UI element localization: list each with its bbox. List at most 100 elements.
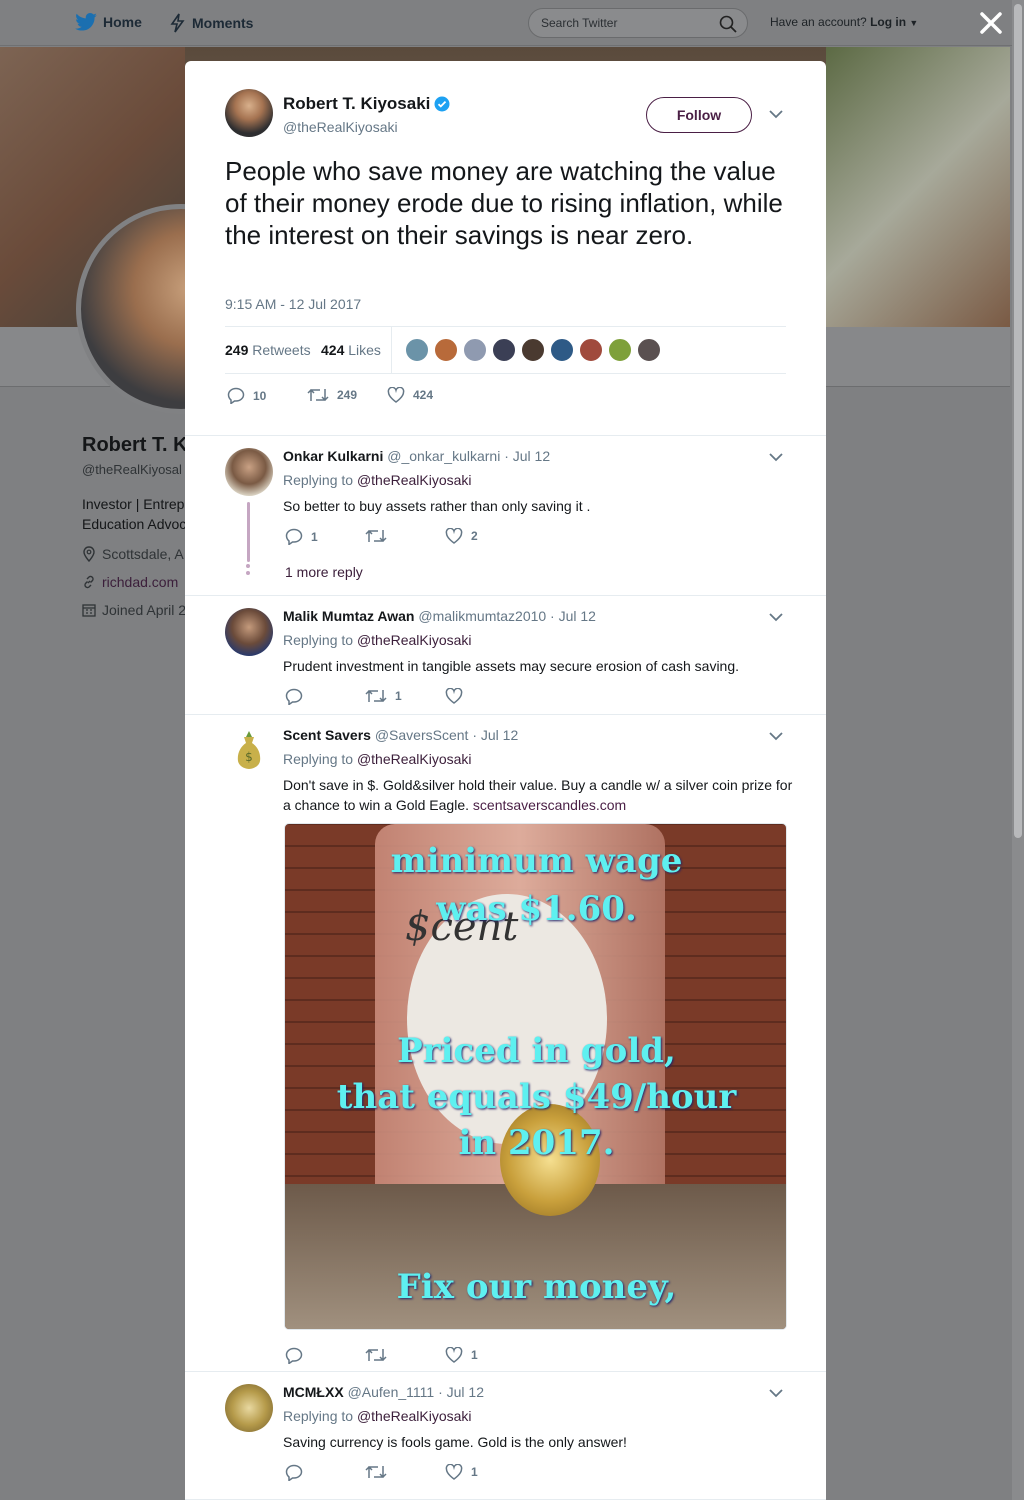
- chevron-down-icon[interactable]: [769, 731, 783, 741]
- liker-avatar[interactable]: [434, 338, 458, 362]
- lightning-icon: [170, 13, 185, 33]
- media-caption-line: Fix our money,: [396, 1267, 677, 1307]
- close-icon[interactable]: [978, 10, 1004, 36]
- liker-avatar[interactable]: [579, 338, 603, 362]
- profile-website[interactable]: richdad.com: [82, 574, 178, 590]
- nav-home[interactable]: Home: [75, 13, 142, 31]
- reply-icon: [285, 1464, 303, 1481]
- reply-avatar[interactable]: [225, 1384, 273, 1432]
- reply-author-name[interactable]: MCMŁXX: [283, 1384, 344, 1400]
- reply-author-name[interactable]: Scent Savers: [283, 727, 371, 743]
- more-replies-link[interactable]: 1 more reply: [285, 564, 363, 580]
- replying-to-handle[interactable]: @theRealKiyosaki: [357, 751, 472, 767]
- reply-header: Scent Savers @SaversScent · Jul 12: [283, 727, 518, 743]
- nav-moments-label: Moments: [192, 15, 254, 31]
- profile-website-text[interactable]: richdad.com: [102, 574, 178, 590]
- author-name-row[interactable]: Robert T. Kiyosaki: [283, 94, 450, 114]
- tweet-timestamp[interactable]: 9:15 AM - 12 Jul 2017: [225, 296, 361, 312]
- replying-to-handle[interactable]: @theRealKiyosaki: [357, 472, 472, 488]
- chevron-down-icon[interactable]: [769, 612, 783, 622]
- liker-avatar[interactable]: [608, 338, 632, 362]
- replying-to-handle[interactable]: @theRealKiyosaki: [357, 632, 472, 648]
- retweet-button[interactable]: 1: [365, 688, 402, 704]
- liker-avatar[interactable]: [550, 338, 574, 362]
- reply-count: 10: [253, 388, 267, 403]
- replying-to-handle[interactable]: @theRealKiyosaki: [357, 1408, 472, 1424]
- money-bag-icon: $: [237, 731, 261, 769]
- author-handle[interactable]: @theRealKiyosaki: [283, 119, 398, 135]
- liker-avatar[interactable]: [637, 338, 661, 362]
- caret-down-icon[interactable]: ▼: [909, 18, 918, 28]
- like-button[interactable]: 1: [445, 1347, 478, 1363]
- tweet-media-image[interactable]: $cent minimum wage was $1.60. Priced in …: [284, 823, 787, 1330]
- like-button[interactable]: 2: [445, 528, 478, 544]
- reply-tweet[interactable]: MCMŁXX @Aufen_1111 · Jul 12 Replying to …: [185, 1372, 826, 1500]
- retweet-icon: [365, 1465, 387, 1479]
- reply-tweet[interactable]: Onkar Kulkarni @_onkar_kulkarni · Jul 12…: [185, 436, 826, 596]
- reply-author-name[interactable]: Malik Mumtaz Awan: [283, 608, 414, 624]
- reply-button[interactable]: 10: [227, 387, 266, 404]
- reply-header: Onkar Kulkarni @_onkar_kulkarni · Jul 12: [283, 448, 550, 464]
- chevron-down-icon[interactable]: [769, 109, 783, 119]
- likers-avatars: [405, 338, 661, 362]
- liker-avatar[interactable]: [492, 338, 516, 362]
- like-button[interactable]: 424: [387, 387, 433, 403]
- replying-to: Replying to @theRealKiyosaki: [283, 632, 472, 648]
- like-button[interactable]: 1: [445, 1464, 478, 1480]
- likes-stat[interactable]: 424 Likes: [321, 342, 381, 358]
- reply-button[interactable]: [285, 688, 311, 705]
- reply-actions: 1: [285, 688, 585, 708]
- search-icon[interactable]: [719, 15, 737, 33]
- reply-meta[interactable]: @_onkar_kulkarni · Jul 12: [387, 448, 550, 464]
- reply-text: Saving currency is fools game. Gold is t…: [283, 1434, 627, 1450]
- scrollbar-thumb[interactable]: [1014, 4, 1022, 838]
- reply-tweet[interactable]: Malik Mumtaz Awan @malikmumtaz2010 · Jul…: [185, 596, 826, 715]
- reply-meta[interactable]: @malikmumtaz2010 · Jul 12: [418, 608, 596, 624]
- twitter-bird-icon: [75, 13, 97, 31]
- search-input[interactable]: Search Twitter: [528, 8, 748, 38]
- reply-actions: 1: [285, 1347, 585, 1367]
- profile-joined: Joined April 2: [82, 602, 186, 618]
- profile-name: Robert T. K: [82, 434, 188, 456]
- reply-meta[interactable]: @SaversScent · Jul 12: [375, 727, 518, 743]
- reply-text: Prudent investment in tangible assets ma…: [283, 658, 740, 674]
- retweet-button[interactable]: 249: [307, 387, 357, 403]
- reply-meta[interactable]: @Aufen_1111 · Jul 12: [348, 1384, 484, 1400]
- reply-button[interactable]: [285, 1347, 311, 1364]
- replying-prefix: Replying to: [283, 632, 354, 648]
- reply-count: 1: [311, 529, 318, 544]
- reply-link[interactable]: scentsaverscandles.com: [473, 797, 626, 813]
- liker-avatar[interactable]: [405, 338, 429, 362]
- retweet-button[interactable]: [365, 1347, 395, 1363]
- reply-button[interactable]: 1: [285, 528, 318, 545]
- author-name[interactable]: Robert T. Kiyosaki: [283, 94, 430, 114]
- retweet-button[interactable]: [365, 528, 395, 544]
- reply-author-name[interactable]: Onkar Kulkarni: [283, 448, 383, 464]
- top-nav: Home Moments Search Twitter Have an acco…: [0, 0, 1024, 46]
- like-button[interactable]: [445, 688, 471, 704]
- replying-prefix: Replying to: [283, 472, 354, 488]
- reply-avatar[interactable]: [225, 448, 273, 496]
- chevron-down-icon[interactable]: [769, 452, 783, 462]
- media-caption-line: minimum wage: [390, 841, 683, 881]
- nav-moments[interactable]: Moments: [170, 13, 253, 33]
- retweets-stat[interactable]: 249 Retweets: [225, 342, 311, 358]
- chevron-down-icon[interactable]: [769, 1388, 783, 1398]
- liker-avatar[interactable]: [463, 338, 487, 362]
- reply-icon: [227, 387, 245, 404]
- reply-button[interactable]: [285, 1464, 311, 1481]
- heart-icon: [445, 528, 463, 544]
- liker-avatar[interactable]: [521, 338, 545, 362]
- retweet-button[interactable]: [365, 1464, 395, 1480]
- follow-button[interactable]: Follow: [646, 97, 752, 133]
- main-tweet: Robert T. Kiyosaki @theRealKiyosaki Foll…: [185, 61, 826, 436]
- likes-count: 424: [321, 342, 345, 358]
- reply-avatar[interactable]: $: [225, 727, 273, 775]
- reply-header: MCMŁXX @Aufen_1111 · Jul 12: [283, 1384, 484, 1400]
- page-scrollbar[interactable]: [1012, 0, 1024, 1500]
- reply-avatar[interactable]: [225, 608, 273, 656]
- author-avatar[interactable]: [225, 89, 273, 137]
- like-count: 1: [471, 1348, 478, 1362]
- heart-icon: [445, 688, 463, 704]
- login-link[interactable]: Log in: [870, 15, 906, 29]
